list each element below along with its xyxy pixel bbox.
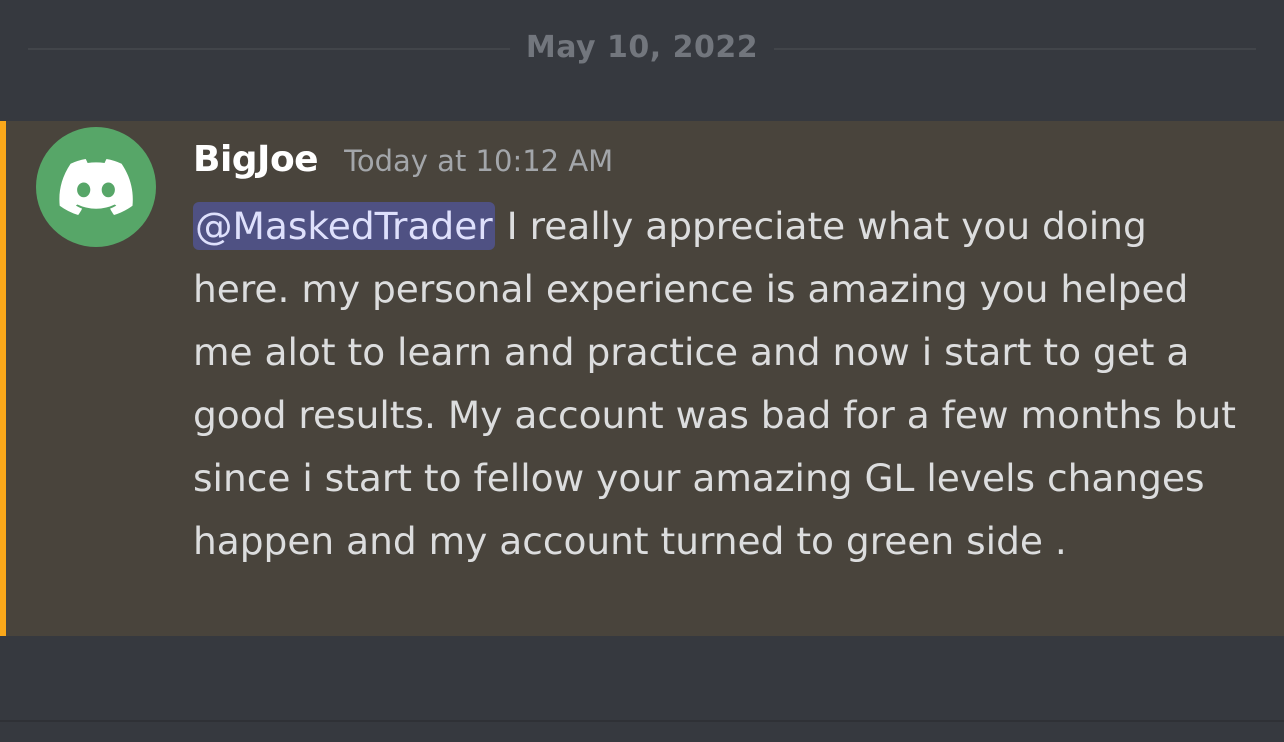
avatar[interactable] <box>36 127 156 247</box>
discord-logo-icon <box>59 159 133 215</box>
mention-highlight-bar <box>0 121 6 636</box>
divider-line-right <box>774 48 1256 50</box>
message-timestamp[interactable]: Today at 10:12 AM <box>344 144 613 178</box>
divider-line-left <box>28 48 510 50</box>
message-body-text: I really appreciate what you doing here.… <box>193 204 1236 563</box>
message-content: BigJoe Today at 10:12 AM @MaskedTrader I… <box>193 139 1253 573</box>
divider <box>0 720 1284 722</box>
date-divider-label: May 10, 2022 <box>525 30 759 65</box>
message-body: @MaskedTrader I really appreciate what y… <box>193 195 1253 573</box>
chat-view: May 10, 2022 BigJoe Today at 10:12 AM @M… <box>0 0 1284 742</box>
message-item[interactable]: BigJoe Today at 10:12 AM @MaskedTrader I… <box>0 121 1284 636</box>
message-header: BigJoe Today at 10:12 AM <box>193 139 1253 187</box>
user-mention[interactable]: @MaskedTrader <box>193 202 495 250</box>
author-username[interactable]: BigJoe <box>193 139 319 180</box>
